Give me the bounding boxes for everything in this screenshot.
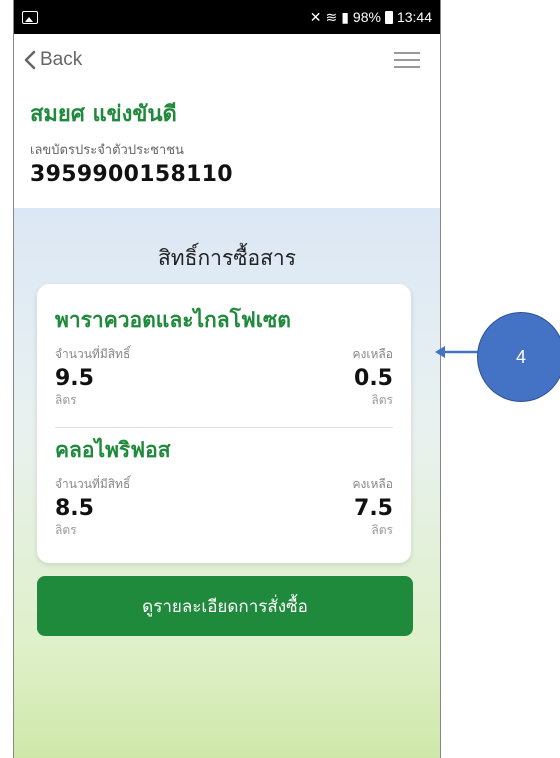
- image-notification-icon: [22, 10, 38, 24]
- product-name: คลอไพริฟอส: [55, 438, 171, 462]
- signal-icon: ▮: [341, 8, 349, 25]
- entitled-value: 9.5: [55, 366, 94, 391]
- wifi-icon: ≋: [325, 8, 338, 25]
- unit-right: ลิตร: [371, 393, 393, 407]
- product-name: พาราควอตและไกลโฟเซต: [55, 308, 291, 332]
- nav-bar: Back: [14, 34, 440, 86]
- entitled-value: 8.5: [55, 496, 94, 521]
- chevron-left-icon: [24, 50, 36, 70]
- user-name: สมยศ แข่งขันดี: [30, 102, 177, 127]
- id-number: 3959900158110: [30, 162, 233, 187]
- annotation-callout: 4: [477, 312, 560, 402]
- unit-left: ลิตร: [55, 523, 77, 537]
- section-title: สิทธิ์การซื้อสาร: [157, 246, 297, 270]
- content-area: สิทธิ์การซื้อสาร พาราควอตและไกลโฟเซต จำน…: [14, 208, 440, 758]
- battery-icon: [384, 10, 393, 24]
- back-button[interactable]: Back: [24, 49, 82, 71]
- product-paraquat: พาราควอตและไกลโฟเซต จำนวนที่มีสิทธิ์ คงเ…: [55, 304, 393, 410]
- unit-left: ลิตร: [55, 393, 77, 407]
- divider: [55, 427, 393, 428]
- entitled-label: จำนวนที่มีสิทธิ์: [55, 347, 131, 361]
- remaining-value: 0.5: [354, 366, 393, 391]
- hamburger-menu-icon[interactable]: [394, 52, 420, 68]
- entitled-label: จำนวนที่มีสิทธิ์: [55, 477, 131, 491]
- profile-section: สมยศ แข่งขันดี เลขบัตรประจำตัวประชาชน 39…: [14, 86, 440, 208]
- unit-right: ลิตร: [371, 523, 393, 537]
- product-chlorpyrifos: คลอไพริฟอส จำนวนที่มีสิทธิ์ คงเหลือ 8.5 …: [55, 434, 393, 540]
- id-label: เลขบัตรประจำตัวประชาชน: [30, 143, 184, 158]
- battery-percent: 98%: [352, 9, 381, 25]
- entitlement-card: พาราควอตและไกลโฟเซต จำนวนที่มีสิทธิ์ คงเ…: [37, 284, 411, 563]
- phone-screen: ✕ ≋ ▮ 98% 13:44 Back สมยศ แข่งขันดี เลขบ…: [13, 0, 441, 758]
- mute-icon: ✕: [309, 8, 322, 25]
- remaining-value: 7.5: [354, 496, 393, 521]
- status-bar: ✕ ≋ ▮ 98% 13:44: [14, 0, 440, 34]
- view-order-details-button[interactable]: ดูรายละเอียดการสั่งซื้อ: [37, 576, 413, 636]
- back-label: Back: [40, 49, 83, 70]
- clock: 13:44: [396, 9, 432, 25]
- remaining-label: คงเหลือ: [352, 477, 393, 491]
- annotation-arrow-icon: [435, 346, 479, 358]
- remaining-label: คงเหลือ: [352, 347, 393, 361]
